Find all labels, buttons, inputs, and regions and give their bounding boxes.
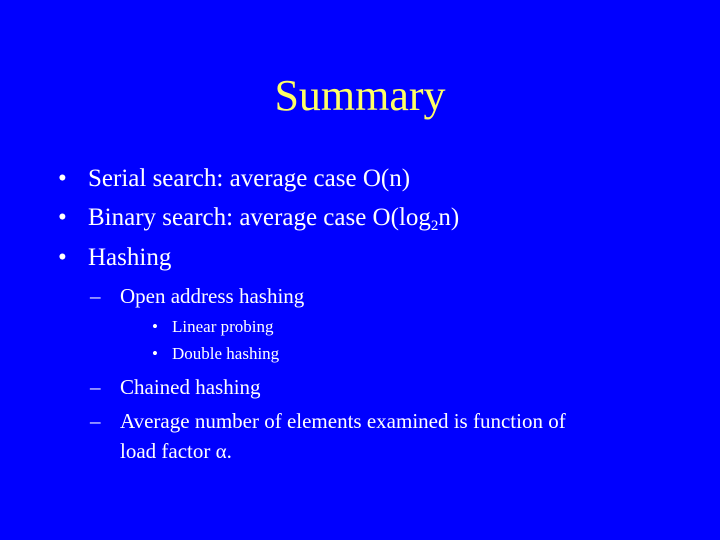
bullet-text-end: n) — [438, 204, 460, 231]
method-double-hashing: • Double hashing — [152, 343, 280, 365]
subitem-text: load factor α. — [120, 439, 232, 463]
subitem-chained: – Chained hashing — [90, 374, 261, 400]
method-text: Double hashing — [172, 344, 280, 363]
bullet-text: Hashing — [88, 244, 172, 271]
bullet-serial-search: • Serial search: average case O(n) — [58, 164, 411, 194]
slide-title: Summary — [274, 71, 446, 120]
dash-icon: – — [90, 375, 101, 399]
bullet-hashing: • Hashing — [58, 243, 172, 273]
bullet-icon: • — [152, 317, 158, 336]
subitem-text: Chained hashing — [120, 375, 261, 399]
method-linear-probing: • Linear probing — [152, 316, 274, 338]
bullet-binary-search: • Binary search: average case O(log2n) — [58, 203, 460, 234]
method-text: Linear probing — [172, 317, 274, 336]
subitem-text: Average number of elements examined is f… — [120, 409, 566, 433]
bullet-icon: • — [58, 165, 67, 192]
bullet-icon: • — [152, 344, 158, 363]
bullet-icon: • — [58, 204, 67, 231]
bullet-icon: • — [58, 244, 67, 271]
dash-icon: – — [90, 409, 101, 433]
subitem-average-elements: – Average number of elements examined is… — [90, 408, 566, 434]
bullet-text: Serial search: average case O(n) — [88, 165, 411, 192]
dash-icon: – — [90, 284, 101, 308]
subitem-text: Open address hashing — [120, 284, 305, 308]
bullet-text: Binary search: average case O(log — [88, 204, 431, 231]
subitem-average-elements-continuation: load factor α. — [120, 438, 232, 464]
subitem-open-address: – Open address hashing — [90, 283, 305, 309]
